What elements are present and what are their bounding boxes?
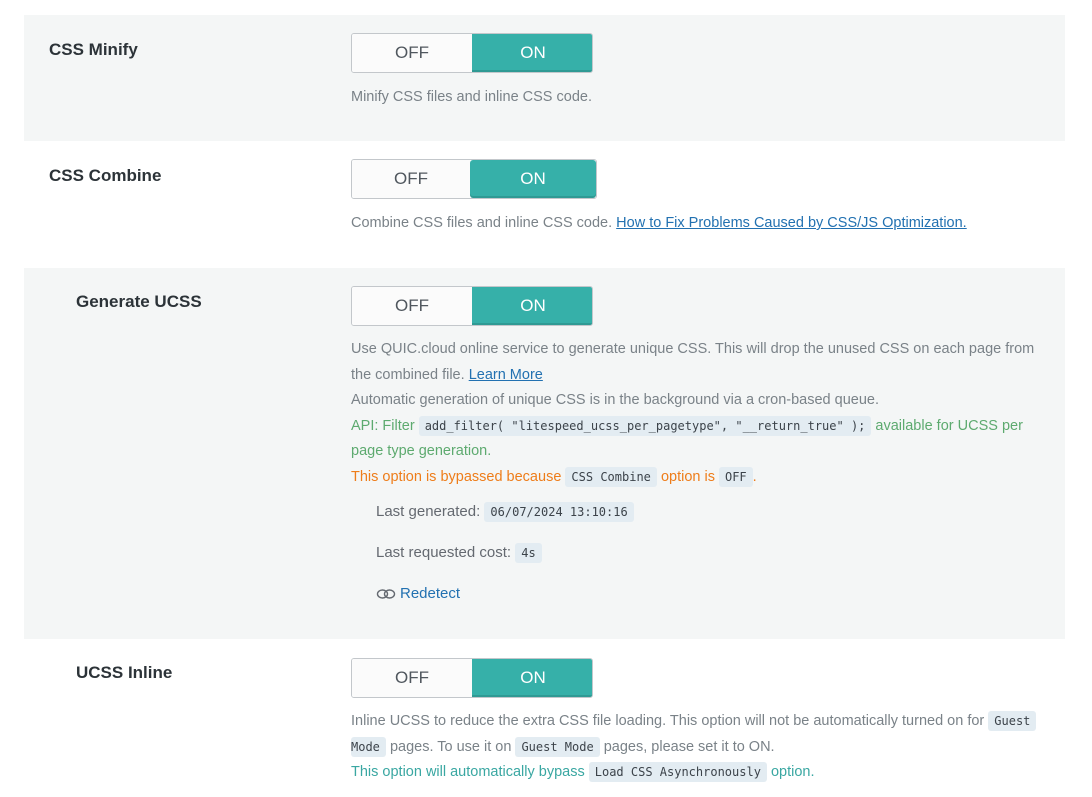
description-line: Inline UCSS to reduce the extra CSS file… xyxy=(351,709,1061,735)
bypass-prefix: This option will automatically bypass xyxy=(351,764,585,780)
description-line: Automatic generation of unique CSS is in… xyxy=(351,392,879,408)
api-prefix: API: Filter xyxy=(351,417,415,434)
toggle-off-option[interactable]: OFF xyxy=(352,659,472,697)
setting-row-css-combine: CSS Combine OFF ON Combine CSS files and… xyxy=(24,141,1065,268)
description-line: Mode pages. To use it on Guest Mode page… xyxy=(351,735,1061,761)
toggle-on-option[interactable]: ON xyxy=(472,34,592,72)
api-suffix: available for UCSS per xyxy=(875,417,1023,434)
last-generated: Last generated: 06/07/2024 13:10:16 xyxy=(376,502,634,522)
api-filter-line: API: Filter add_filter( "litespeed_ucss_… xyxy=(351,414,1051,440)
description-text: Combine CSS files and inline CSS code. xyxy=(351,215,613,231)
guest-mode-code: Guest Mode xyxy=(515,736,600,757)
last-cost-value: 4s xyxy=(515,543,542,563)
setting-description: Minify CSS files and inline CSS code. xyxy=(351,89,592,105)
description-text: the combined file. xyxy=(351,366,465,383)
bypass-mid: option is xyxy=(660,468,715,485)
description-line: Use QUIC.cloud online service to generat… xyxy=(351,341,1035,357)
generate-ucss-toggle[interactable]: OFF ON xyxy=(351,286,593,326)
setting-description: Combine CSS files and inline CSS code. H… xyxy=(351,211,967,237)
toggle-off-option[interactable]: OFF xyxy=(352,160,470,198)
redetect-label[interactable]: Redetect xyxy=(400,585,460,602)
setting-row-generate-ucss: Generate UCSS OFF ON Use QUIC.cloud onli… xyxy=(24,268,1065,639)
api-suffix-line: page type generation. xyxy=(351,443,492,459)
last-requested-cost: Last requested cost: 4s xyxy=(376,543,542,563)
toggle-off-option[interactable]: OFF xyxy=(352,287,472,325)
bypass-prefix: This option is bypassed because xyxy=(351,468,562,485)
setting-label: CSS Combine xyxy=(49,166,162,185)
last-generated-value: 06/07/2024 13:10:16 xyxy=(484,502,634,522)
setting-row-ucss-inline: UCSS Inline OFF ON Inline UCSS to reduce… xyxy=(24,639,1065,797)
css-minify-toggle[interactable]: OFF ON xyxy=(351,33,593,73)
redetect-link[interactable]: Redetect xyxy=(376,585,460,602)
toggle-on-option[interactable]: ON xyxy=(470,160,596,198)
bypass-suffix: option. xyxy=(770,764,815,780)
toggle-on-option[interactable]: ON xyxy=(472,287,592,325)
css-combine-code: CSS Combine xyxy=(565,466,657,487)
description-text: Inline UCSS to reduce the extra CSS file… xyxy=(351,713,985,729)
setting-label: Generate UCSS xyxy=(76,292,202,311)
link-icon xyxy=(376,588,396,599)
last-generated-label: Last generated: xyxy=(376,503,481,520)
load-css-async-code: Load CSS Asynchronously xyxy=(588,762,767,782)
learn-more-link[interactable]: Learn More xyxy=(469,367,543,383)
ucss-inline-toggle[interactable]: OFF ON xyxy=(351,658,593,698)
bypass-end: . xyxy=(752,468,757,485)
description-text: pages, please set it to ON. xyxy=(603,738,775,755)
bypass-notice: This option will automatically bypass Lo… xyxy=(351,760,1061,786)
off-code: OFF xyxy=(718,466,753,487)
setting-row-css-minify: CSS Minify OFF ON Minify CSS files and i… xyxy=(24,15,1065,141)
setting-description: Use QUIC.cloud online service to generat… xyxy=(351,337,1051,490)
guest-code: Guest xyxy=(988,711,1037,731)
bypass-notice: This option is bypassed because CSS Comb… xyxy=(351,465,1051,491)
toggle-off-option[interactable]: OFF xyxy=(352,34,472,72)
description-line: the combined file. Learn More xyxy=(351,363,1051,389)
toggle-on-option[interactable]: ON xyxy=(472,659,592,697)
setting-label: UCSS Inline xyxy=(76,663,173,682)
css-combine-toggle[interactable]: OFF ON xyxy=(351,159,597,199)
setting-label: CSS Minify xyxy=(49,40,138,59)
fix-problems-link[interactable]: How to Fix Problems Caused by CSS/JS Opt… xyxy=(616,215,967,231)
description-text: pages. To use it on xyxy=(389,738,512,755)
last-cost-label: Last requested cost: xyxy=(376,544,512,561)
api-filter-code: add_filter( "litespeed_ucss_per_pagetype… xyxy=(418,415,872,436)
setting-description: Inline UCSS to reduce the extra CSS file… xyxy=(351,709,1061,786)
mode-code: Mode xyxy=(351,736,386,757)
